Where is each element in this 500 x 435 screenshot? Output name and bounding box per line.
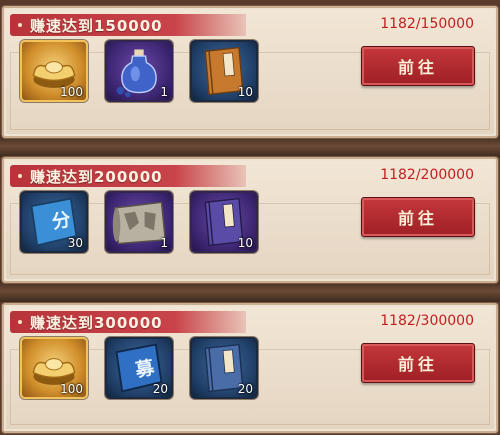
ribbon-dot-icon [18, 23, 22, 27]
reward-count: 1 [160, 85, 168, 99]
task-title-ribbon: 赚速达到150000 [10, 14, 246, 36]
task-panel: 赚速达到300000 1182/300000 100 募 20 20 前往 [2, 303, 498, 433]
reward-item[interactable]: 1 [105, 40, 173, 102]
ribbon-dot-icon [18, 320, 22, 324]
reward-item[interactable]: 100 [20, 337, 88, 399]
reward-item[interactable]: 10 [190, 191, 258, 253]
reward-list: 100 1 10 [20, 40, 258, 102]
task-progress: 1182/200000 [380, 167, 474, 183]
task-panel: 赚速达到200000 1182/200000 分 30 1 10 前往 [2, 157, 498, 283]
go-button[interactable]: 前往 [361, 197, 475, 237]
reward-count: 1 [160, 236, 168, 250]
panel-divider [0, 280, 500, 302]
reward-count: 100 [60, 85, 83, 99]
reward-item[interactable]: 分 30 [20, 191, 88, 253]
reward-count: 20 [152, 382, 168, 396]
reward-list: 100 募 20 20 [20, 337, 258, 399]
reward-item[interactable]: 100 [20, 40, 88, 102]
panel-divider [0, 135, 500, 157]
task-progress: 1182/300000 [380, 313, 474, 329]
reward-item[interactable]: 1 [105, 191, 173, 253]
reward-count: 20 [237, 382, 253, 396]
reward-count: 10 [237, 236, 253, 250]
task-title: 赚速达到300000 [30, 313, 163, 332]
reward-count: 10 [237, 85, 253, 99]
svg-text:募: 募 [133, 358, 156, 382]
reward-list: 分 30 1 10 [20, 191, 258, 253]
task-panel: 赚速达到150000 1182/150000 100 1 10 前往 [2, 6, 498, 138]
svg-text:分: 分 [50, 209, 72, 233]
reward-count: 30 [67, 236, 83, 250]
go-button[interactable]: 前往 [361, 46, 475, 86]
reward-item[interactable]: 20 [190, 337, 258, 399]
task-progress: 1182/150000 [380, 16, 474, 32]
task-title: 赚速达到150000 [30, 16, 163, 35]
task-title: 赚速达到200000 [30, 167, 163, 186]
go-button[interactable]: 前往 [361, 343, 475, 383]
task-title-ribbon: 赚速达到200000 [10, 165, 246, 187]
reward-item[interactable]: 10 [190, 40, 258, 102]
ribbon-dot-icon [18, 174, 22, 178]
task-title-ribbon: 赚速达到300000 [10, 311, 246, 333]
reward-count: 100 [60, 382, 83, 396]
reward-item[interactable]: 募 20 [105, 337, 173, 399]
